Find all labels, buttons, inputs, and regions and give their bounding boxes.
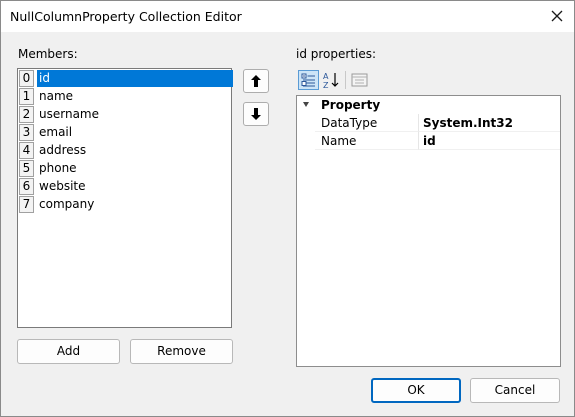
property-pages-icon (351, 73, 368, 87)
move-up-button[interactable] (243, 69, 269, 93)
member-index: 5 (19, 160, 34, 177)
list-item[interactable]: 3 email (19, 124, 231, 142)
property-name: DataType (315, 114, 419, 132)
categorized-button[interactable] (298, 70, 319, 90)
property-row[interactable]: Name id (297, 132, 560, 150)
property-name: Name (315, 132, 419, 150)
member-name: name (39, 89, 74, 103)
property-value[interactable]: id (419, 132, 560, 150)
list-item[interactable]: 6 website (19, 178, 231, 196)
sort-alphabetical-icon: A Z (323, 72, 339, 90)
member-name: email (39, 125, 73, 139)
category-row[interactable]: Property (297, 96, 560, 114)
member-name: address (39, 143, 87, 157)
arrow-up-icon (251, 75, 261, 87)
list-item[interactable]: 5 phone (19, 160, 231, 178)
ok-button[interactable]: OK (371, 378, 461, 403)
row-gutter (297, 132, 315, 150)
member-name: id (37, 70, 233, 87)
category-label: Property (321, 98, 381, 112)
member-index: 6 (19, 178, 34, 195)
arrow-down-icon (251, 108, 261, 120)
add-button[interactable]: Add (17, 339, 120, 364)
property-row[interactable]: DataType System.Int32 (297, 114, 560, 132)
list-item[interactable]: 7 company (19, 196, 231, 214)
list-item[interactable]: 1 name (19, 88, 231, 106)
members-list[interactable]: 0 id 1 name 2 username 3 email 4 address… (17, 68, 233, 328)
list-item[interactable]: 0 id (19, 70, 233, 88)
members-label: Members: (18, 47, 78, 61)
property-value[interactable]: System.Int32 (419, 114, 560, 132)
categorized-icon (301, 73, 315, 87)
collapse-icon[interactable] (301, 100, 311, 110)
close-button[interactable] (548, 7, 566, 25)
member-index: 4 (19, 142, 34, 159)
window-title: NullColumnProperty Collection Editor (10, 9, 242, 24)
properties-label: id properties: (296, 47, 377, 61)
member-index: 1 (19, 88, 34, 105)
alphabetical-button[interactable]: A Z (321, 70, 342, 90)
close-icon (551, 10, 563, 22)
member-name: phone (39, 161, 77, 175)
collection-editor-window: NullColumnProperty Collection Editor Mem… (0, 0, 575, 417)
property-pages-button[interactable] (349, 70, 370, 90)
title-bar: NullColumnProperty Collection Editor (1, 1, 574, 32)
member-index: 2 (19, 106, 34, 123)
member-name: company (39, 197, 95, 211)
list-item[interactable]: 2 username (19, 106, 231, 124)
remove-button[interactable]: Remove (130, 339, 233, 364)
member-index: 3 (19, 124, 34, 141)
member-index: 7 (19, 196, 34, 213)
toolbar-separator (345, 71, 346, 89)
property-grid[interactable]: Property DataType System.Int32 Name id (296, 95, 561, 367)
member-index: 0 (19, 70, 34, 87)
svg-text:A: A (323, 72, 329, 81)
member-name: username (39, 107, 99, 121)
list-item[interactable]: 4 address (19, 142, 231, 160)
move-down-button[interactable] (243, 102, 269, 126)
member-name: website (39, 179, 86, 193)
cancel-button[interactable]: Cancel (470, 378, 560, 403)
svg-text:Z: Z (323, 81, 329, 90)
row-gutter (297, 114, 315, 132)
